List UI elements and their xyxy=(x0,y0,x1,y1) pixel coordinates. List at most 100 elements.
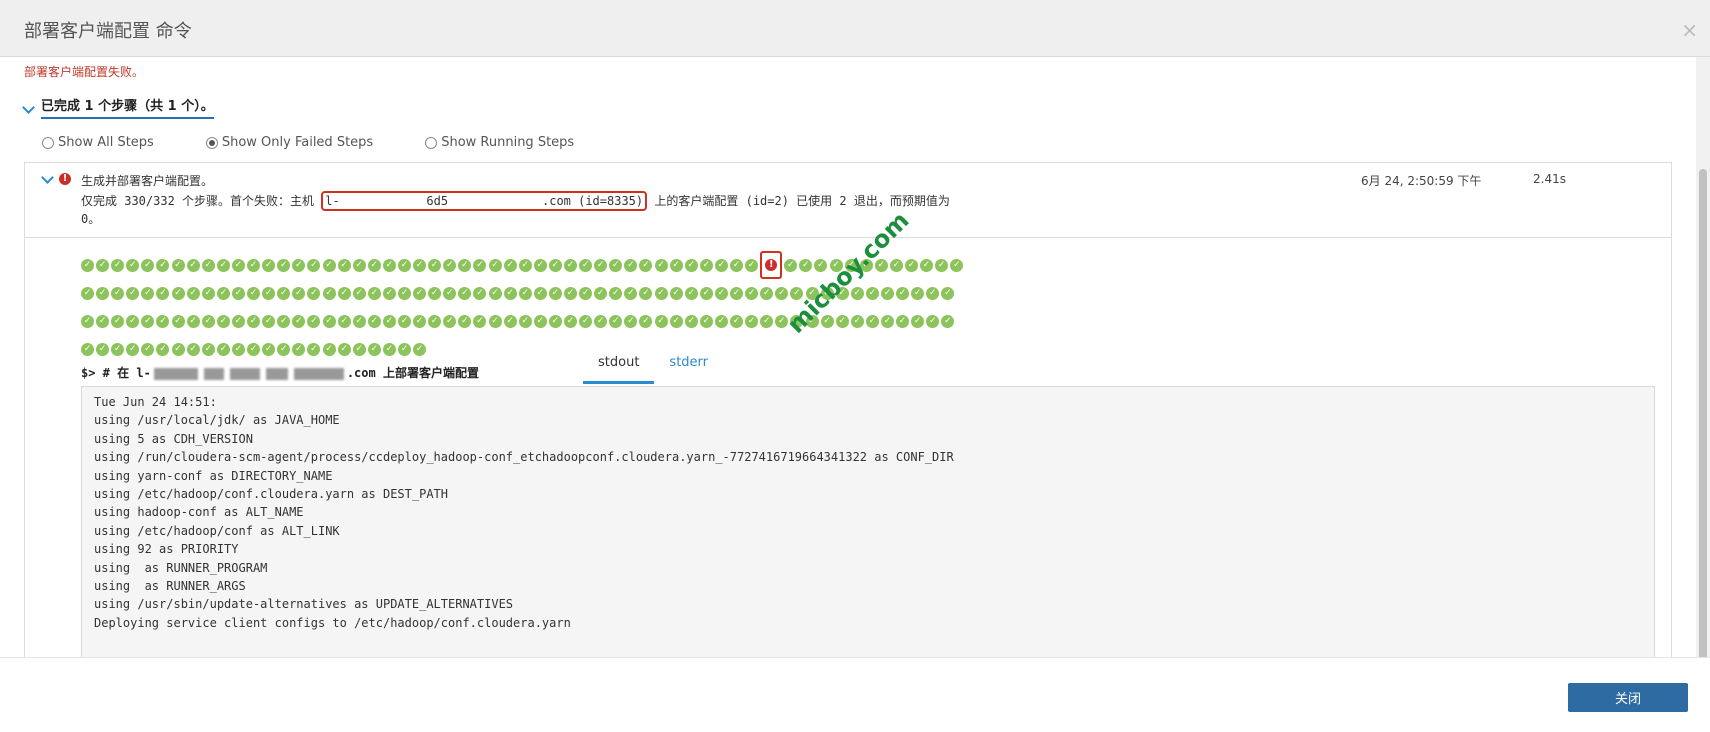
success-icon[interactable]: ✓ xyxy=(699,314,713,328)
radio-button[interactable] xyxy=(205,136,218,149)
success-icon[interactable]: ✓ xyxy=(699,258,713,272)
success-icon[interactable]: ✓ xyxy=(322,342,336,356)
success-icon[interactable]: ✓ xyxy=(352,286,366,300)
success-icon[interactable]: ✓ xyxy=(926,314,940,328)
success-icon[interactable]: ✓ xyxy=(428,286,442,300)
success-icon[interactable]: ✓ xyxy=(669,258,683,272)
success-icon[interactable]: ✓ xyxy=(669,286,683,300)
success-icon[interactable]: ✓ xyxy=(911,286,925,300)
success-icon[interactable]: ✓ xyxy=(745,286,759,300)
chevron-down-icon[interactable] xyxy=(41,171,54,184)
success-icon[interactable]: ✓ xyxy=(950,258,964,272)
success-icon[interactable]: ✓ xyxy=(784,258,798,272)
success-icon[interactable]: ✓ xyxy=(156,314,170,328)
error-icon[interactable]: ! xyxy=(765,259,778,271)
success-icon[interactable]: ✓ xyxy=(126,342,140,356)
success-icon[interactable]: ✓ xyxy=(216,258,230,272)
success-icon[interactable]: ✓ xyxy=(714,258,728,272)
success-icon[interactable]: ✓ xyxy=(624,258,638,272)
success-icon[interactable]: ✓ xyxy=(397,258,411,272)
success-icon[interactable]: ✓ xyxy=(926,286,940,300)
success-icon[interactable]: ✓ xyxy=(96,286,110,300)
success-icon[interactable]: ✓ xyxy=(352,258,366,272)
success-icon[interactable]: ✓ xyxy=(428,258,442,272)
success-icon[interactable]: ✓ xyxy=(775,286,789,300)
success-icon[interactable]: ✓ xyxy=(156,342,170,356)
success-icon[interactable]: ✓ xyxy=(488,314,502,328)
success-icon[interactable]: ✓ xyxy=(307,258,321,272)
success-icon[interactable]: ✓ xyxy=(443,258,457,272)
success-icon[interactable]: ✓ xyxy=(247,342,261,356)
success-icon[interactable]: ✓ xyxy=(503,258,517,272)
success-icon[interactable]: ✓ xyxy=(714,286,728,300)
success-icon[interactable]: ✓ xyxy=(111,258,125,272)
success-icon[interactable]: ✓ xyxy=(111,342,125,356)
success-icon[interactable]: ✓ xyxy=(337,342,351,356)
filter-option[interactable]: Show Running Steps xyxy=(425,135,574,150)
success-icon[interactable]: ✓ xyxy=(141,342,155,356)
success-icon[interactable]: ✓ xyxy=(171,342,185,356)
success-icon[interactable]: ✓ xyxy=(201,342,215,356)
success-icon[interactable]: ✓ xyxy=(111,314,125,328)
steps-summary-label[interactable]: 已完成 1 个步骤（共 1 个）。 xyxy=(41,95,214,119)
success-icon[interactable]: ✓ xyxy=(579,314,593,328)
success-icon[interactable]: ✓ xyxy=(745,258,759,272)
success-icon[interactable]: ✓ xyxy=(935,258,949,272)
success-icon[interactable]: ✓ xyxy=(307,314,321,328)
success-icon[interactable]: ✓ xyxy=(488,286,502,300)
success-icon[interactable]: ✓ xyxy=(337,258,351,272)
success-icon[interactable]: ✓ xyxy=(262,314,276,328)
failed-host-highlight[interactable]: ! xyxy=(760,251,783,279)
success-icon[interactable]: ✓ xyxy=(231,286,245,300)
success-icon[interactable]: ✓ xyxy=(714,314,728,328)
success-icon[interactable]: ✓ xyxy=(564,314,577,328)
close-button[interactable]: 关闭 xyxy=(1568,683,1688,712)
success-icon[interactable]: ✓ xyxy=(503,286,517,300)
success-icon[interactable]: ✓ xyxy=(277,258,291,272)
success-icon[interactable]: ✓ xyxy=(684,286,698,300)
success-icon[interactable]: ✓ xyxy=(413,258,427,272)
success-icon[interactable]: ✓ xyxy=(96,258,110,272)
success-icon[interactable]: ✓ xyxy=(216,286,230,300)
success-icon[interactable]: ✓ xyxy=(367,286,381,300)
success-icon[interactable]: ✓ xyxy=(730,258,744,272)
success-icon[interactable]: ✓ xyxy=(533,258,547,272)
success-icon[interactable]: ✓ xyxy=(292,258,306,272)
success-icon[interactable]: ✓ xyxy=(201,258,215,272)
success-icon[interactable]: ✓ xyxy=(201,286,215,300)
success-icon[interactable]: ✓ xyxy=(745,314,759,328)
success-icon[interactable]: ✓ xyxy=(896,314,910,328)
success-icon[interactable]: ✓ xyxy=(624,286,638,300)
success-icon[interactable]: ✓ xyxy=(458,314,472,328)
success-icon[interactable]: ✓ xyxy=(247,314,261,328)
success-icon[interactable]: ✓ xyxy=(799,258,813,272)
success-icon[interactable]: ✓ xyxy=(609,314,623,328)
success-icon[interactable]: ✓ xyxy=(654,286,668,300)
success-icon[interactable]: ✓ xyxy=(760,314,774,328)
success-icon[interactable]: ✓ xyxy=(186,286,200,300)
scrollbar-thumb[interactable] xyxy=(1699,169,1707,689)
success-icon[interactable]: ✓ xyxy=(639,314,653,328)
success-icon[interactable]: ✓ xyxy=(790,286,804,300)
success-icon[interactable]: ✓ xyxy=(156,286,170,300)
success-icon[interactable]: ✓ xyxy=(639,286,653,300)
success-icon[interactable]: ✓ xyxy=(654,314,668,328)
success-icon[interactable]: ✓ xyxy=(262,258,276,272)
success-icon[interactable]: ✓ xyxy=(518,286,532,300)
success-icon[interactable]: ✓ xyxy=(443,286,457,300)
success-icon[interactable]: ✓ xyxy=(277,314,291,328)
success-icon[interactable]: ✓ xyxy=(262,342,276,356)
success-icon[interactable]: ✓ xyxy=(186,342,200,356)
success-icon[interactable]: ✓ xyxy=(904,258,918,272)
success-icon[interactable]: ✓ xyxy=(397,314,411,328)
success-icon[interactable]: ✓ xyxy=(488,258,502,272)
tab-stdout[interactable]: stdout xyxy=(583,349,655,384)
success-icon[interactable]: ✓ xyxy=(579,258,593,272)
success-icon[interactable]: ✓ xyxy=(609,258,623,272)
success-icon[interactable]: ✓ xyxy=(889,258,903,272)
chevron-down-icon[interactable] xyxy=(22,100,35,114)
success-icon[interactable]: ✓ xyxy=(111,286,125,300)
success-icon[interactable]: ✓ xyxy=(292,342,306,356)
success-icon[interactable]: ✓ xyxy=(367,342,381,356)
success-icon[interactable]: ✓ xyxy=(126,286,140,300)
